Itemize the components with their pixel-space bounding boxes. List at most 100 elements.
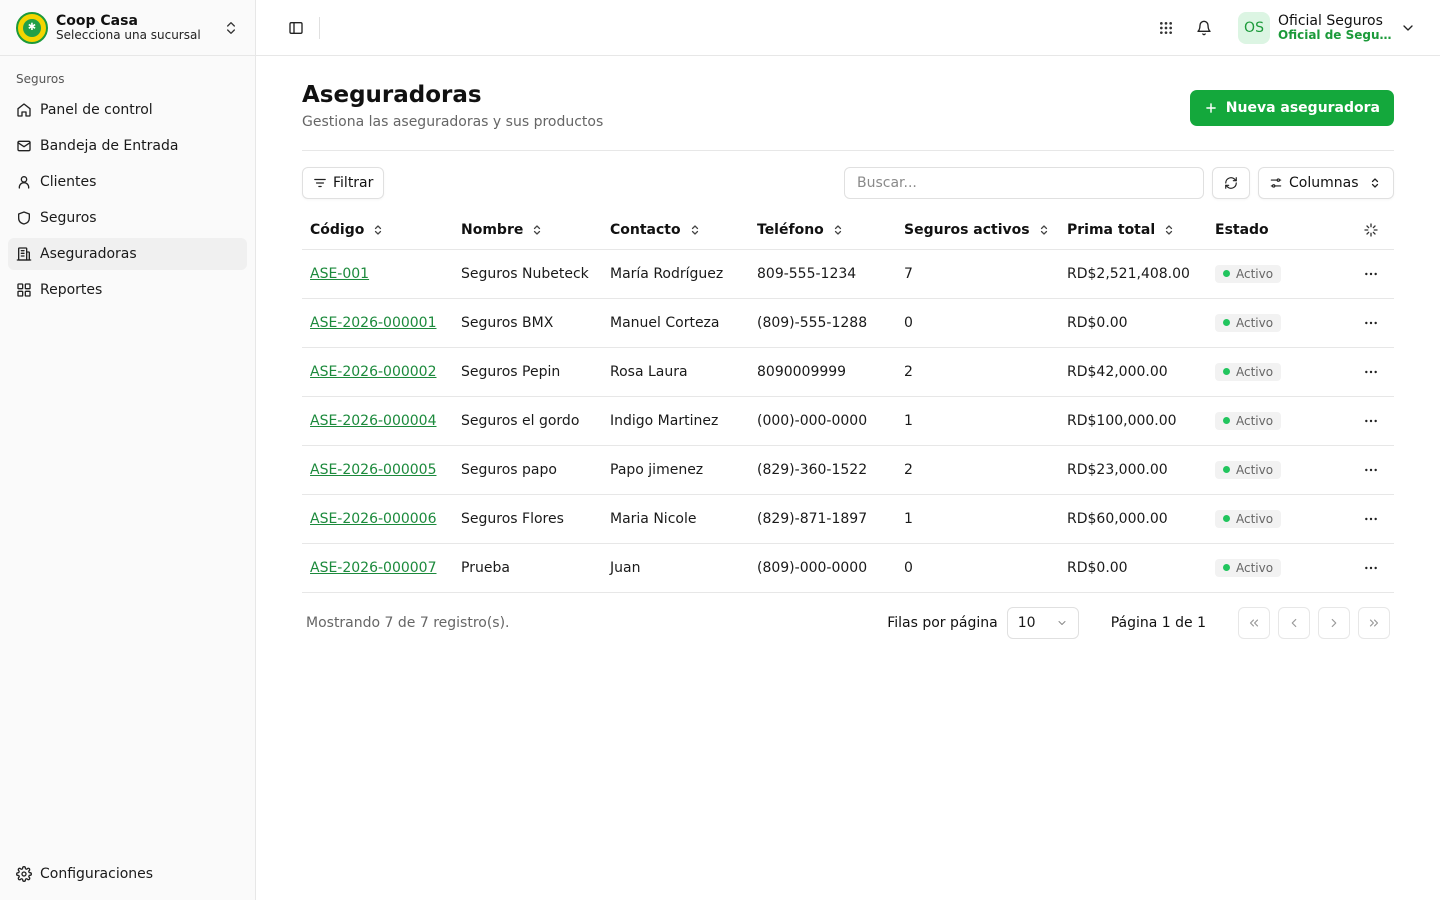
row-actions-button[interactable] bbox=[1355, 462, 1386, 478]
rows-per-page-label: Filas por página bbox=[887, 614, 998, 631]
user-menu[interactable]: OS Oficial Seguros Oficial de Seguros bbox=[1238, 11, 1416, 44]
rows-per-page-select[interactable]: 10 bbox=[1006, 606, 1079, 639]
sidebar-item-reports[interactable]: Reportes bbox=[8, 274, 247, 306]
insurer-code-link[interactable]: ASE-2026-000001 bbox=[310, 315, 437, 331]
table-row[interactable]: ASE-2026-000004 Seguros el gordo Indigo Ma… bbox=[302, 396, 1394, 446]
cell-code: ASE-2026-000007 bbox=[302, 543, 453, 593]
sidebar-item-inbox[interactable]: Bandeja de Entrada bbox=[8, 130, 247, 162]
more-horizontal-icon bbox=[1364, 321, 1377, 324]
status-label: Activo bbox=[1236, 560, 1274, 575]
column-visibility-header[interactable] bbox=[1347, 211, 1394, 250]
first-page-button[interactable] bbox=[1238, 606, 1270, 639]
last-page-button[interactable] bbox=[1358, 606, 1390, 639]
table-row[interactable]: ASE-2026-000002 Seguros Pepin Rosa Laura 80… bbox=[302, 347, 1394, 397]
toggle-sidebar-button[interactable] bbox=[282, 14, 310, 42]
sidebar-item-panel[interactable]: Panel de control bbox=[8, 94, 247, 126]
table-row[interactable]: ASE-2026-000007 Prueba Juan (809)-000-0000 0… bbox=[302, 543, 1394, 593]
status-badge: Activo bbox=[1215, 264, 1282, 283]
search-input[interactable] bbox=[844, 167, 1204, 199]
cell-actions bbox=[1347, 494, 1394, 544]
insurer-code-link[interactable]: ASE-001 bbox=[310, 266, 369, 282]
table-row[interactable]: ASE-2026-000006 Seguros Flores Maria Nicol… bbox=[302, 494, 1394, 544]
notifications-button[interactable] bbox=[1190, 14, 1218, 42]
chevrons-up-down-icon bbox=[227, 21, 235, 34]
page-content: Aseguradoras Gestiona las aseguradoras y… bbox=[256, 56, 1440, 639]
sidebar-item-insurers[interactable]: Aseguradoras bbox=[8, 238, 247, 270]
org-subtitle: Selecciona una sucursal bbox=[56, 27, 201, 42]
row-actions-button[interactable] bbox=[1355, 266, 1386, 282]
sort-icon bbox=[1040, 225, 1047, 235]
filter-label: Filtrar bbox=[333, 175, 374, 191]
home-icon bbox=[17, 103, 31, 117]
previous-page-button[interactable] bbox=[1278, 606, 1310, 639]
refresh-icon bbox=[1225, 177, 1237, 189]
column-header-label: Nombre bbox=[461, 221, 524, 238]
column-header-label: Teléfono bbox=[757, 221, 824, 238]
cell-status: Activo bbox=[1207, 298, 1347, 348]
table-row[interactable]: ASE-2026-000001 Seguros BMX Manuel Corteza… bbox=[302, 298, 1394, 348]
column-header[interactable]: Estado bbox=[1207, 211, 1347, 250]
cell-contact: Rosa Laura bbox=[602, 347, 749, 397]
status-label: Activo bbox=[1236, 364, 1274, 379]
cell-active: 0 bbox=[896, 298, 1059, 348]
refresh-button[interactable] bbox=[1212, 167, 1250, 199]
cell-code: ASE-2026-000006 bbox=[302, 494, 453, 544]
cell-contact: Maria Nicole bbox=[602, 494, 749, 544]
cell-phone: (809)-555-1288 bbox=[749, 298, 896, 348]
column-header[interactable]: Código bbox=[302, 211, 453, 250]
filter-button[interactable]: Filtrar bbox=[302, 167, 385, 199]
cell-contact: Indigo Martinez bbox=[602, 396, 749, 446]
top-bar: OS Oficial Seguros Oficial de Seguros bbox=[256, 0, 1440, 56]
chevrons-up-down-icon bbox=[1371, 178, 1378, 188]
cell-phone: (829)-360-1522 bbox=[749, 445, 896, 495]
org-switcher[interactable]: ✱ Coop Casa Selecciona una sucursal bbox=[0, 0, 255, 56]
column-header[interactable]: Contacto bbox=[602, 211, 749, 250]
more-horizontal-icon bbox=[1364, 566, 1377, 569]
column-header-label: Seguros activos bbox=[904, 221, 1030, 238]
cell-code: ASE-2026-000001 bbox=[302, 298, 453, 348]
cell-status: Activo bbox=[1207, 445, 1347, 495]
column-header[interactable]: Nombre bbox=[453, 211, 602, 250]
apps-button[interactable] bbox=[1152, 14, 1180, 42]
new-insurer-label: Nueva aseguradora bbox=[1225, 100, 1380, 116]
row-actions-button[interactable] bbox=[1355, 364, 1386, 380]
insurer-code-link[interactable]: ASE-2026-000004 bbox=[310, 413, 437, 429]
table-row[interactable]: ASE-001 Seguros Nubeteck María Rodríguez 80… bbox=[302, 249, 1394, 299]
row-actions-button[interactable] bbox=[1355, 560, 1386, 576]
sidebar-item-clients[interactable]: Clientes bbox=[8, 166, 247, 198]
row-actions-button[interactable] bbox=[1355, 315, 1386, 331]
row-actions-button[interactable] bbox=[1355, 511, 1386, 527]
status-dot bbox=[1223, 368, 1230, 375]
chevron-left-icon bbox=[1291, 618, 1297, 627]
org-name: Coop Casa bbox=[56, 12, 138, 29]
column-header[interactable]: Teléfono bbox=[749, 211, 896, 250]
new-insurer-button[interactable]: Nueva aseguradora bbox=[1189, 90, 1394, 126]
status-dot bbox=[1223, 564, 1230, 571]
row-actions-button[interactable] bbox=[1355, 413, 1386, 429]
user-role: Oficial de Seguros bbox=[1278, 28, 1394, 42]
insurer-code-link[interactable]: ASE-2026-000006 bbox=[310, 511, 437, 527]
cell-phone: (829)-871-1897 bbox=[749, 494, 896, 544]
cell-phone: (000)-000-0000 bbox=[749, 396, 896, 446]
cell-premium: RD$42,000.00 bbox=[1059, 347, 1207, 397]
insurer-code-link[interactable]: ASE-2026-000002 bbox=[310, 364, 437, 380]
status-dot bbox=[1223, 270, 1230, 277]
next-page-button[interactable] bbox=[1318, 606, 1350, 639]
shield-icon bbox=[18, 211, 30, 225]
filter-icon bbox=[314, 178, 326, 188]
cell-premium: RD$0.00 bbox=[1059, 543, 1207, 593]
insurer-code-link[interactable]: ASE-2026-000005 bbox=[310, 462, 437, 478]
column-header-label: Contacto bbox=[610, 221, 681, 238]
columns-button[interactable]: Columnas bbox=[1258, 167, 1394, 199]
sidebar-item-insurance[interactable]: Seguros bbox=[8, 202, 247, 234]
grid-icon bbox=[17, 283, 31, 297]
sidebar-item-settings[interactable]: Configuraciones bbox=[8, 858, 247, 890]
column-header[interactable]: Seguros activos bbox=[896, 211, 1059, 250]
status-label: Activo bbox=[1236, 266, 1274, 281]
bell-icon bbox=[1197, 20, 1211, 35]
user-icon bbox=[18, 176, 30, 189]
table-row[interactable]: ASE-2026-000005 Seguros papo Papo jimenez(… bbox=[302, 445, 1394, 495]
column-header[interactable]: Prima total bbox=[1059, 211, 1207, 250]
insurer-code-link[interactable]: ASE-2026-000007 bbox=[310, 560, 437, 576]
user-name: Oficial Seguros bbox=[1278, 12, 1383, 29]
